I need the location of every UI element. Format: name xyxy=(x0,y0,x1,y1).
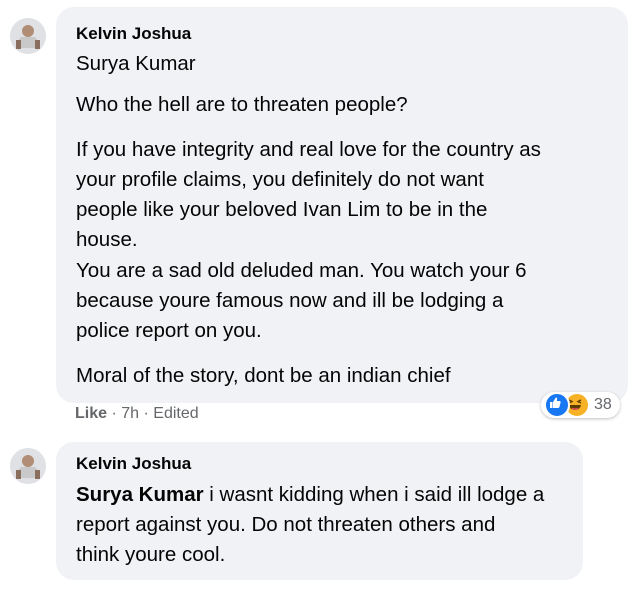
comment-author[interactable]: Kelvin Joshua xyxy=(76,24,191,44)
comment-bubble: Kelvin Joshua Surya Kumar Who the hell a… xyxy=(56,7,628,403)
comment-text-line: police report on you. xyxy=(76,319,262,342)
comment-text-line: your profile claims, you definitely do n… xyxy=(76,168,484,191)
comment-text-line: If you have integrity and real love for … xyxy=(76,138,541,161)
comment-text-line: Surya Kumar i wasnt kidding when i said … xyxy=(76,480,544,510)
separator: · xyxy=(143,405,149,422)
avatar-image xyxy=(10,448,46,484)
edited-label[interactable]: Edited xyxy=(153,405,198,422)
avatar[interactable] xyxy=(10,448,46,484)
comment-author[interactable]: Kelvin Joshua xyxy=(76,454,191,474)
like-icon xyxy=(544,392,570,418)
comment-text-line: Who the hell are to threaten people? xyxy=(76,93,408,116)
comment: Kelvin Joshua Surya Kumar i wasnt kiddin… xyxy=(0,435,635,589)
comment-actions: Like · 7h · Edited xyxy=(75,405,199,423)
comment-timestamp[interactable]: 7h xyxy=(121,405,139,422)
like-button[interactable]: Like xyxy=(75,405,107,422)
comment-text-line: report against you. Do not threaten othe… xyxy=(76,513,496,536)
comment-text-line: Moral of the story, dont be an indian ch… xyxy=(76,364,451,387)
comment-text-line: think youre cool. xyxy=(76,543,226,566)
reaction-count: 38 xyxy=(594,396,612,413)
comment-text: i wasnt kidding when i said ill lodge a xyxy=(203,483,545,506)
comment-mention[interactable]: Surya Kumar xyxy=(76,49,196,79)
reaction-summary[interactable]: 38 xyxy=(541,392,620,418)
comment-mention[interactable]: Surya Kumar xyxy=(76,483,204,506)
comment-text-line: because youre famous now and ill be lodg… xyxy=(76,289,504,312)
comment-bubble: Kelvin Joshua Surya Kumar i wasnt kiddin… xyxy=(56,442,583,580)
avatar[interactable] xyxy=(10,18,46,54)
comment-text-line: people like your beloved Ivan Lim to be … xyxy=(76,198,488,221)
separator: · xyxy=(111,405,117,422)
comment: Kelvin Joshua Surya Kumar Who the hell a… xyxy=(0,0,635,430)
avatar-image xyxy=(10,18,46,54)
comment-text-line: house. xyxy=(76,228,138,251)
comment-text-line: You are a sad old deluded man. You watch… xyxy=(76,259,527,282)
